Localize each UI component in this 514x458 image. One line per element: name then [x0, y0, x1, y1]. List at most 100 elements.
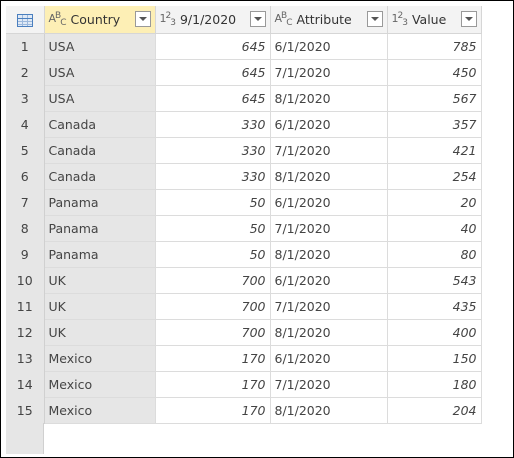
row-number[interactable]: 5: [6, 137, 45, 163]
row-number[interactable]: 10: [6, 267, 45, 293]
cell-value[interactable]: 421: [387, 137, 482, 164]
data-grid: ABC Country 123 9/1/2020 ABC Attribute 123 V…: [6, 6, 509, 454]
row-number[interactable]: 14: [6, 371, 45, 397]
cell-value[interactable]: 204: [387, 397, 482, 424]
cell-value[interactable]: 150: [387, 345, 482, 372]
row-number[interactable]: 13: [6, 345, 45, 371]
column-header-attribute[interactable]: ABC Attribute: [270, 6, 388, 34]
column-header-country[interactable]: ABC Country: [44, 6, 156, 34]
cell-9-1-2020[interactable]: 645: [155, 85, 271, 112]
cell-attribute[interactable]: 6/1/2020: [270, 189, 388, 216]
text-type-icon: ABC: [274, 10, 293, 28]
table-row: 6 Canada 330 8/1/2020 254: [6, 163, 482, 190]
cell-country[interactable]: USA: [44, 85, 156, 112]
cell-value[interactable]: 435: [387, 293, 482, 320]
cell-country[interactable]: Canada: [44, 111, 156, 138]
column-header-value[interactable]: 123 Value: [387, 6, 482, 34]
cell-9-1-2020[interactable]: 330: [155, 137, 271, 164]
row-number[interactable]: 8: [6, 215, 45, 241]
header-row: ABC Country 123 9/1/2020 ABC Attribute 123 V…: [6, 6, 482, 34]
cell-attribute[interactable]: 8/1/2020: [270, 241, 388, 268]
cell-country[interactable]: Panama: [44, 189, 156, 216]
cell-9-1-2020[interactable]: 645: [155, 33, 271, 60]
cell-value[interactable]: 80: [387, 241, 482, 268]
table-menu-button[interactable]: [6, 6, 45, 34]
row-number[interactable]: 15: [6, 397, 45, 423]
cell-attribute[interactable]: 7/1/2020: [270, 215, 388, 242]
cell-9-1-2020[interactable]: 50: [155, 215, 271, 242]
row-number[interactable]: 6: [6, 163, 45, 189]
column-name: 9/1/2020: [179, 11, 237, 27]
cell-attribute[interactable]: 8/1/2020: [270, 319, 388, 346]
cell-value[interactable]: 180: [387, 371, 482, 398]
filter-dropdown-icon[interactable]: [366, 11, 383, 28]
cell-country[interactable]: UK: [44, 319, 156, 346]
cell-9-1-2020[interactable]: 700: [155, 319, 271, 346]
cell-9-1-2020[interactable]: 50: [155, 241, 271, 268]
cell-9-1-2020[interactable]: 330: [155, 111, 271, 138]
cell-attribute[interactable]: 8/1/2020: [270, 397, 388, 424]
column-name: Value: [411, 11, 447, 27]
number-type-icon: 123: [391, 10, 408, 28]
table-row: 4 Canada 330 6/1/2020 357: [6, 111, 482, 138]
cell-9-1-2020[interactable]: 330: [155, 163, 271, 190]
cell-country[interactable]: Mexico: [44, 397, 156, 424]
row-number[interactable]: 7: [6, 189, 45, 215]
cell-value[interactable]: 20: [387, 189, 482, 216]
cell-9-1-2020[interactable]: 700: [155, 267, 271, 294]
filter-dropdown-icon[interactable]: [460, 11, 477, 28]
table-icon: [16, 13, 33, 27]
cell-9-1-2020[interactable]: 170: [155, 397, 271, 424]
cell-9-1-2020[interactable]: 170: [155, 345, 271, 372]
cell-value[interactable]: 254: [387, 163, 482, 190]
column-header-9-1-2020[interactable]: 123 9/1/2020: [155, 6, 271, 34]
table-row: 3 USA 645 8/1/2020 567: [6, 85, 482, 112]
table-row: 14 Mexico 170 7/1/2020 180: [6, 371, 482, 398]
cell-attribute[interactable]: 7/1/2020: [270, 293, 388, 320]
cell-attribute[interactable]: 7/1/2020: [270, 137, 388, 164]
cell-country[interactable]: Canada: [44, 163, 156, 190]
row-number[interactable]: 3: [6, 85, 45, 111]
cell-value[interactable]: 785: [387, 33, 482, 60]
text-type-icon: ABC: [48, 10, 67, 28]
row-number[interactable]: 4: [6, 111, 45, 137]
row-number[interactable]: 2: [6, 59, 45, 85]
query-table: ABC Country 123 9/1/2020 ABC Attribute 123 V…: [6, 6, 482, 424]
cell-value[interactable]: 400: [387, 319, 482, 346]
cell-value[interactable]: 543: [387, 267, 482, 294]
row-number[interactable]: 1: [6, 33, 45, 59]
cell-attribute[interactable]: 6/1/2020: [270, 33, 388, 60]
cell-9-1-2020[interactable]: 50: [155, 189, 271, 216]
cell-value[interactable]: 40: [387, 215, 482, 242]
column-name: Country: [70, 11, 121, 27]
row-number[interactable]: 11: [6, 293, 45, 319]
cell-attribute[interactable]: 8/1/2020: [270, 85, 388, 112]
cell-attribute[interactable]: 6/1/2020: [270, 111, 388, 138]
table-row: 9 Panama 50 8/1/2020 80: [6, 241, 482, 268]
cell-value[interactable]: 450: [387, 59, 482, 86]
cell-country[interactable]: Canada: [44, 137, 156, 164]
row-number[interactable]: 12: [6, 319, 45, 345]
cell-country[interactable]: USA: [44, 59, 156, 86]
cell-attribute[interactable]: 7/1/2020: [270, 59, 388, 86]
cell-value[interactable]: 357: [387, 111, 482, 138]
cell-country[interactable]: USA: [44, 33, 156, 60]
cell-country[interactable]: Panama: [44, 241, 156, 268]
cell-attribute[interactable]: 7/1/2020: [270, 371, 388, 398]
cell-value[interactable]: 567: [387, 85, 482, 112]
filter-dropdown-icon[interactable]: [134, 11, 151, 28]
cell-country[interactable]: Mexico: [44, 345, 156, 372]
table-row: 2 USA 645 7/1/2020 450: [6, 59, 482, 86]
cell-country[interactable]: UK: [44, 293, 156, 320]
cell-9-1-2020[interactable]: 700: [155, 293, 271, 320]
cell-country[interactable]: UK: [44, 267, 156, 294]
cell-country[interactable]: Mexico: [44, 371, 156, 398]
cell-attribute[interactable]: 6/1/2020: [270, 345, 388, 372]
cell-attribute[interactable]: 8/1/2020: [270, 163, 388, 190]
row-number[interactable]: 9: [6, 241, 45, 267]
cell-country[interactable]: Panama: [44, 215, 156, 242]
cell-9-1-2020[interactable]: 645: [155, 59, 271, 86]
filter-dropdown-icon[interactable]: [249, 11, 266, 28]
cell-9-1-2020[interactable]: 170: [155, 371, 271, 398]
cell-attribute[interactable]: 6/1/2020: [270, 267, 388, 294]
